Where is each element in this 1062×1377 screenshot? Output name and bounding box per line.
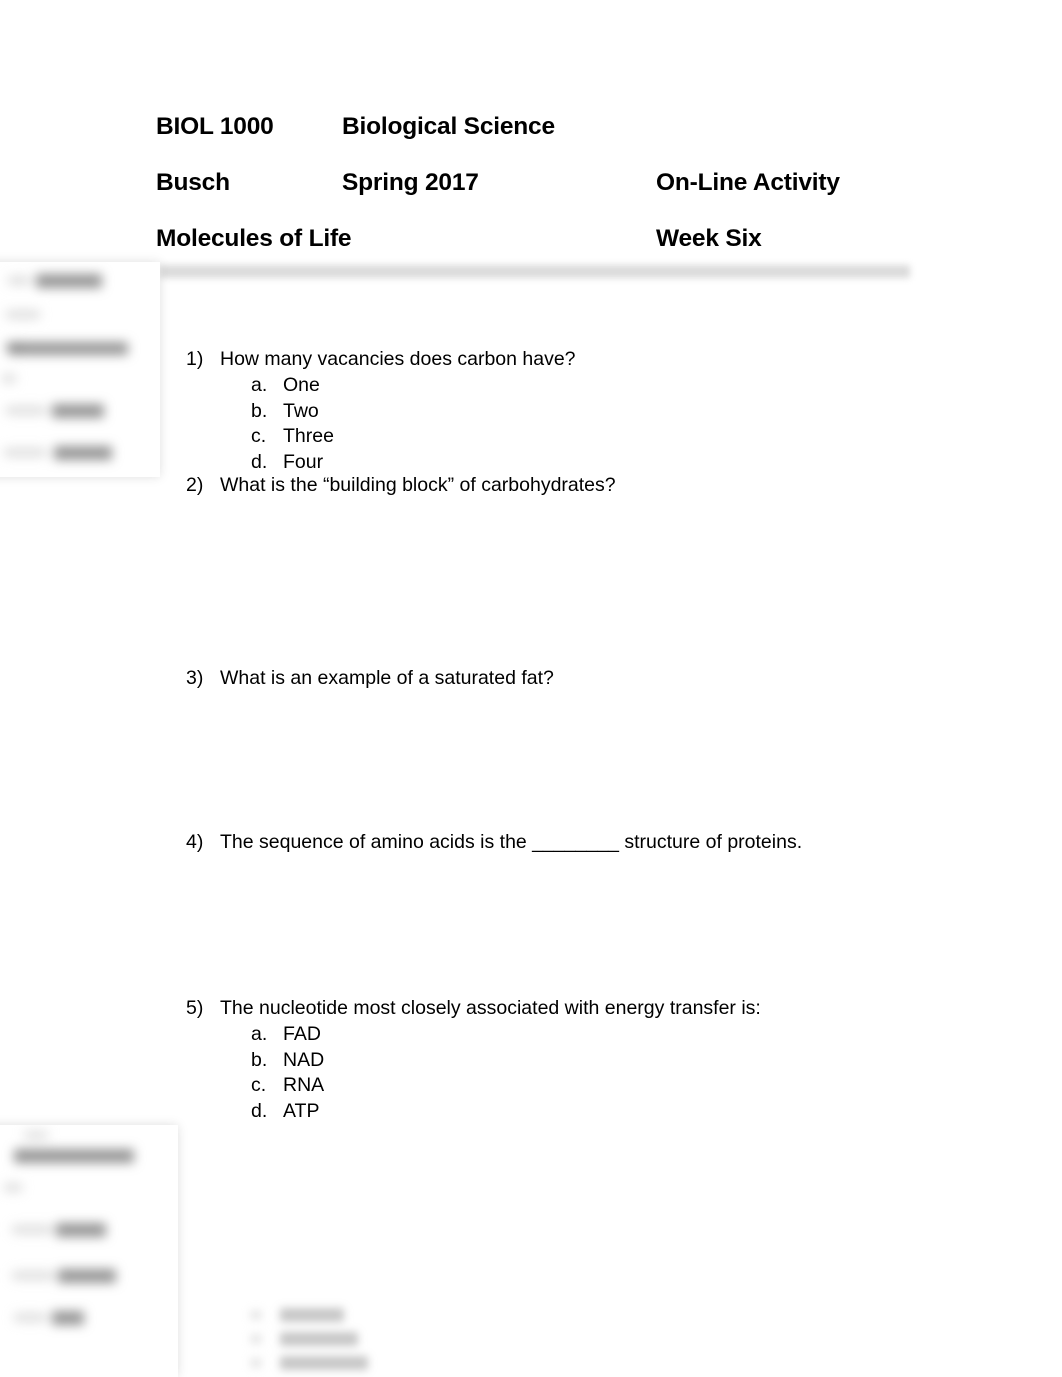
question-item: 3) What is an example of a saturated fat… <box>186 667 986 693</box>
question-line: 5) The nucleotide most closely associate… <box>186 997 986 1023</box>
option-line: c. RNA <box>186 1074 986 1100</box>
option-text: NAD <box>283 1048 325 1071</box>
topic-title: Molecules of Life <box>156 225 352 252</box>
question-text: The sequence of amino acids is the _____… <box>220 831 803 853</box>
option-letter: d. <box>251 450 268 473</box>
header-row-2: Busch Spring 2017 On-Line Activity <box>156 169 916 225</box>
question-line: 2) What is the “building block” of carbo… <box>186 474 986 500</box>
question-text: What is the “building block” of carbohyd… <box>220 474 616 496</box>
option-text: RNA <box>283 1074 325 1096</box>
option-letter: a. <box>251 374 268 396</box>
option-line: b. Two <box>186 400 986 426</box>
blurred-preview-panel-bottom <box>0 1125 178 1377</box>
option-text: Four <box>283 450 324 473</box>
question-number: 2) <box>186 474 204 496</box>
blurred-preview-panel-top <box>0 262 160 477</box>
option-line: a. One <box>186 374 986 400</box>
option-text: One <box>283 374 320 396</box>
blurred-content <box>0 1125 178 1377</box>
header-divider-rule <box>160 265 910 278</box>
question-item: 1) How many vacancies does carbon have? … <box>186 348 986 476</box>
document-header: BIOL 1000 Biological Science Busch Sprin… <box>156 113 916 281</box>
instructor-name: Busch <box>156 169 230 196</box>
option-letter: b. <box>251 399 268 422</box>
question-line: 4) The sequence of amino acids is the __… <box>186 831 986 857</box>
option-text: Three <box>283 425 334 447</box>
question-text: How many vacancies does carbon have? <box>220 348 576 370</box>
option-line: c. Three <box>186 425 986 451</box>
question-text: What is an example of a saturated fat? <box>220 667 554 689</box>
term-label: Spring 2017 <box>342 169 479 196</box>
document-page: BIOL 1000 Biological Science Busch Sprin… <box>0 0 1062 1377</box>
option-text: ATP <box>283 1099 320 1122</box>
option-line: a. FAD <box>186 1023 986 1049</box>
question-line: 1) How many vacancies does carbon have? <box>186 348 986 374</box>
option-line: d. ATP <box>186 1100 986 1126</box>
blurred-content <box>0 262 160 477</box>
question-number: 1) <box>186 348 204 370</box>
option-letter: d. <box>251 1099 268 1122</box>
option-letter: a. <box>251 1023 268 1045</box>
week-label: Week Six <box>656 225 762 252</box>
blurred-option-list <box>240 1300 470 1377</box>
question-item: 5) The nucleotide most closely associate… <box>186 997 986 1125</box>
activity-type: On-Line Activity <box>656 169 840 196</box>
option-text: FAD <box>283 1023 321 1045</box>
question-item: 2) What is the “building block” of carbo… <box>186 474 986 500</box>
question-number: 3) <box>186 667 204 689</box>
option-line: d. Four <box>186 451 986 477</box>
question-item: 4) The sequence of amino acids is the __… <box>186 831 986 857</box>
option-text: Two <box>283 399 319 422</box>
course-code: BIOL 1000 <box>156 113 274 140</box>
question-text: The nucleotide most closely associated w… <box>220 997 761 1019</box>
option-letter: c. <box>251 425 267 447</box>
question-line: 3) What is an example of a saturated fat… <box>186 667 986 693</box>
header-row-1: BIOL 1000 Biological Science <box>156 113 916 169</box>
course-name: Biological Science <box>342 113 555 140</box>
question-number: 5) <box>186 997 204 1019</box>
option-letter: c. <box>251 1074 267 1096</box>
option-line: b. NAD <box>186 1049 986 1075</box>
option-letter: b. <box>251 1048 268 1071</box>
question-number: 4) <box>186 831 204 853</box>
